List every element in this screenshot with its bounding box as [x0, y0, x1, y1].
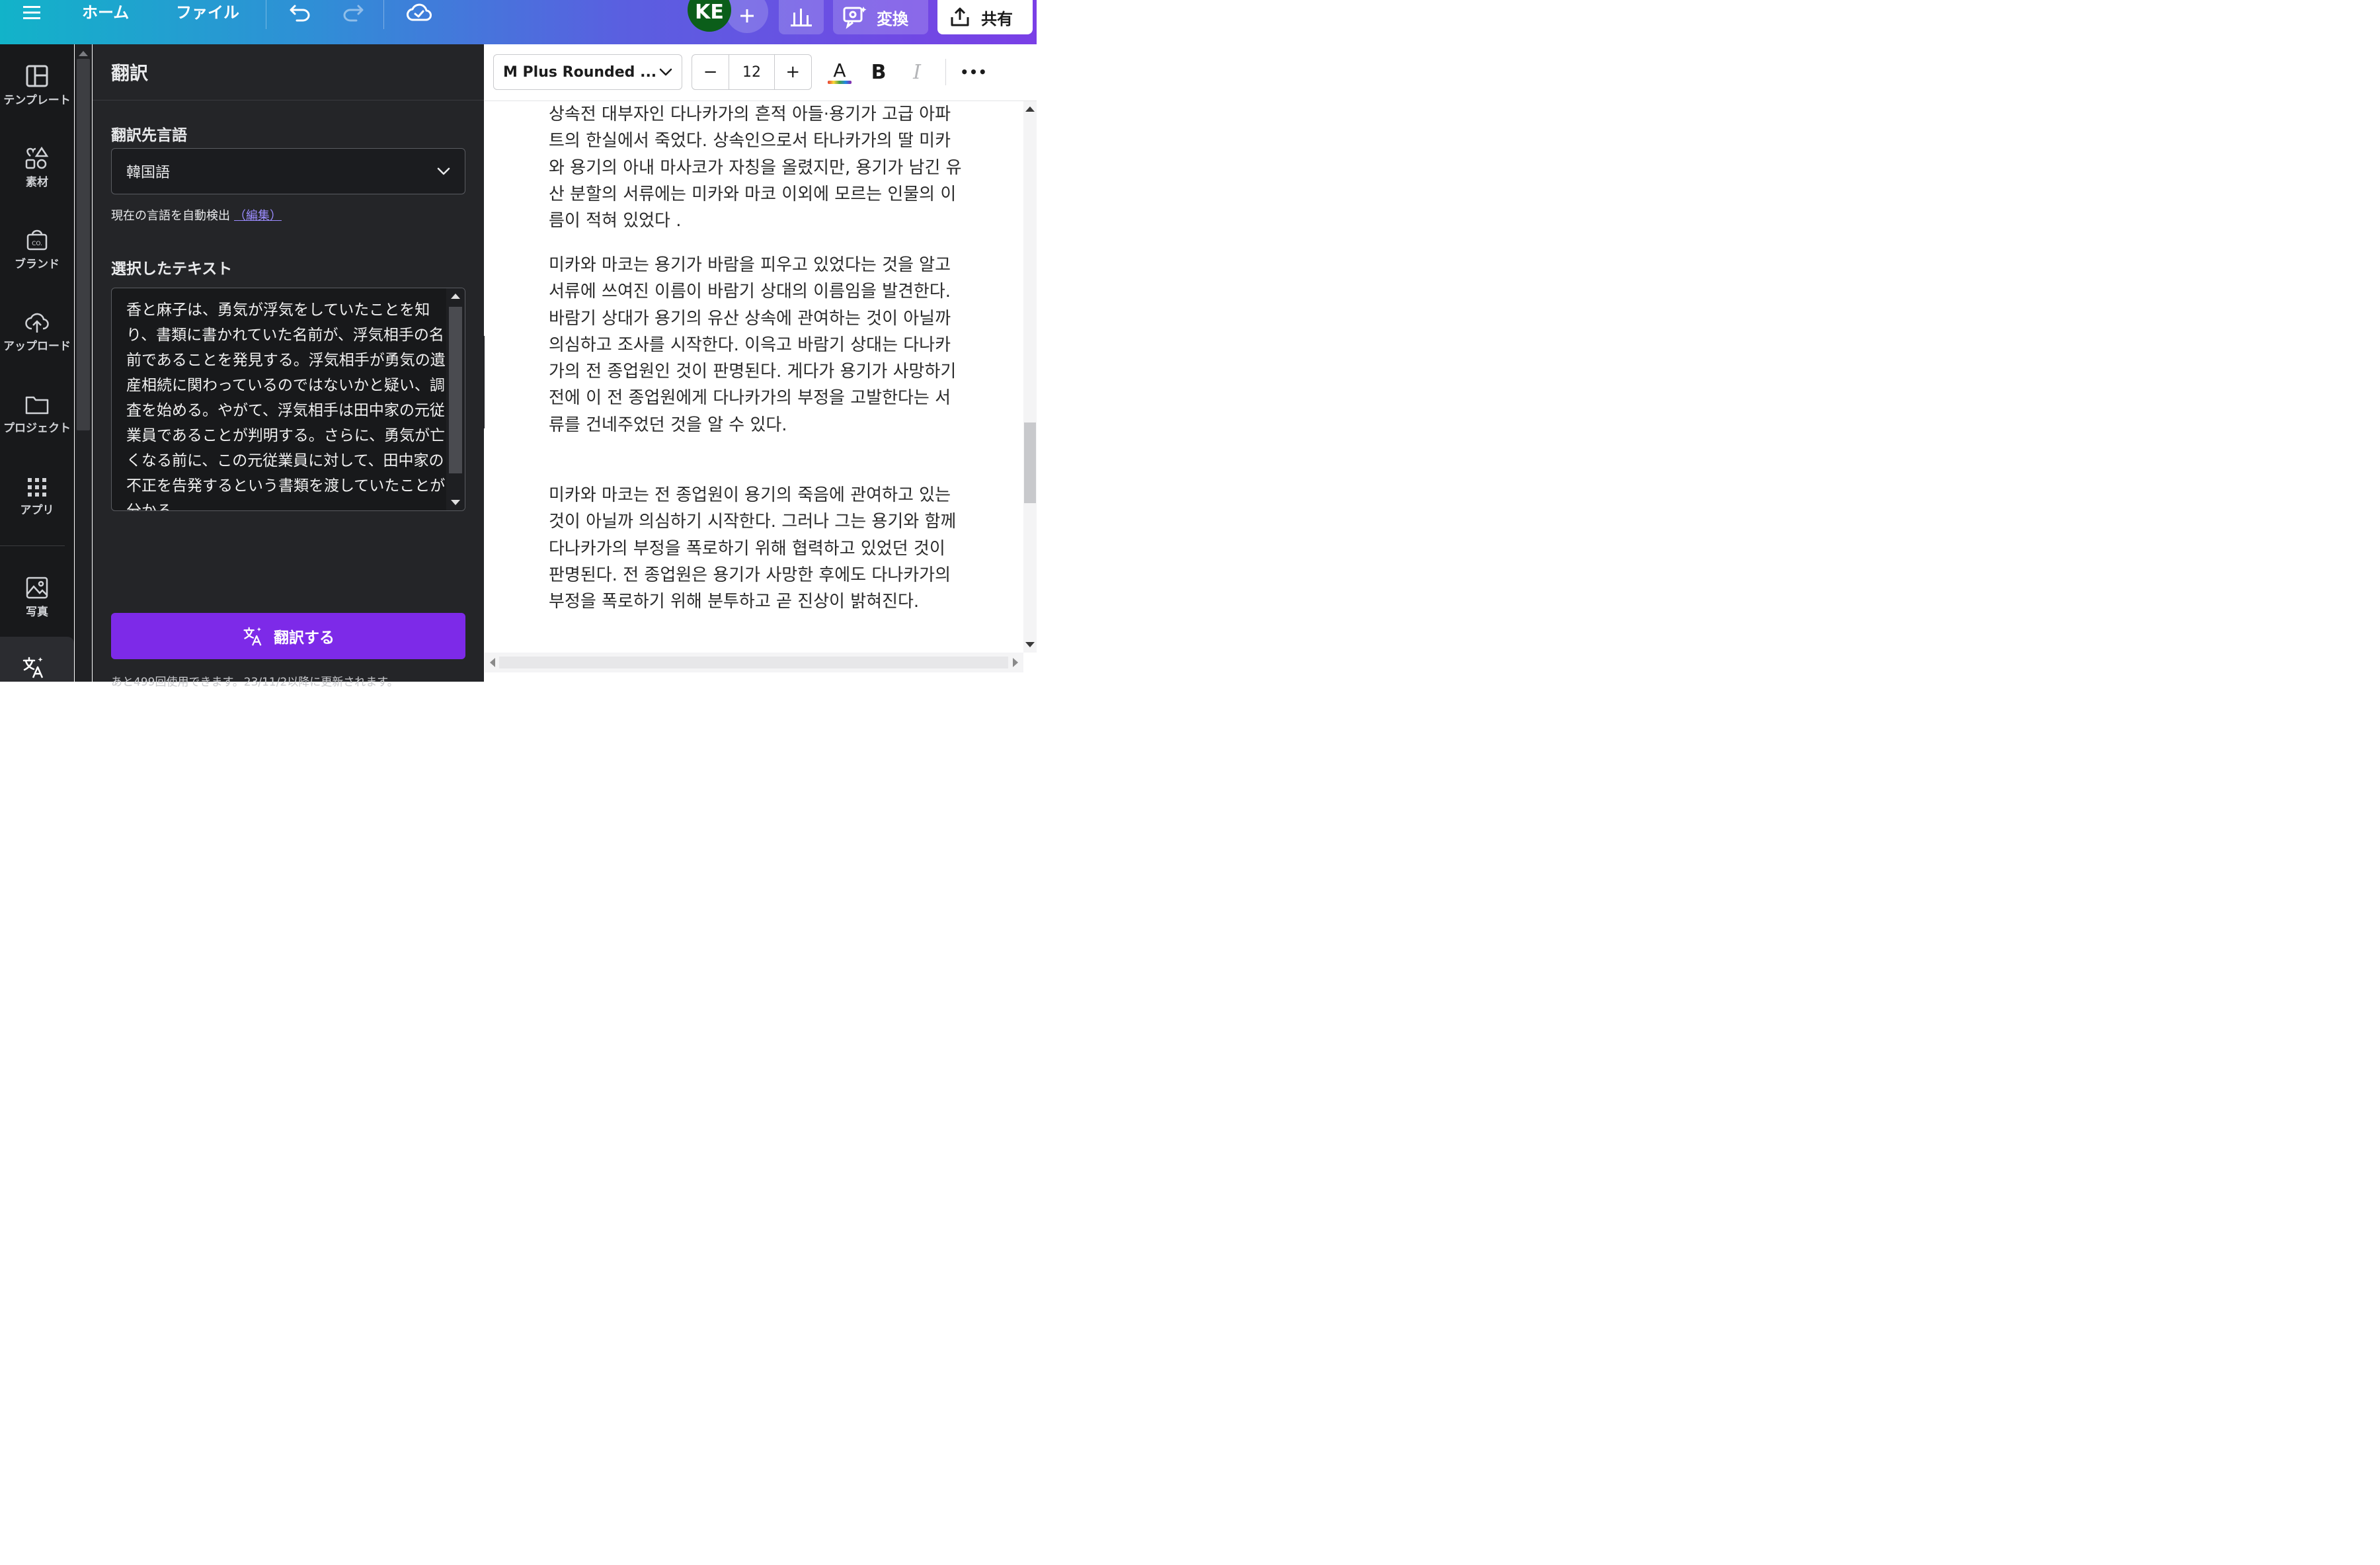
- top-bar: ホーム ファイル KE 変換 共有: [0, 0, 1037, 44]
- usage-note: あと499回使用できます。23/11/2以降に更新されます。: [111, 676, 399, 689]
- font-family-select[interactable]: M Plus Rounded ...: [493, 54, 682, 90]
- increase-font-size-button[interactable]: +: [775, 55, 811, 89]
- scroll-up-arrow-icon[interactable]: [451, 294, 460, 299]
- rail-item-label: ブランド: [15, 258, 60, 271]
- text-paragraph[interactable]: 미카와 마코는 용기가 바람을 피우고 있었다는 것을 알고 서류에 쓰여진 이…: [549, 252, 965, 438]
- scroll-left-arrow-icon[interactable]: [490, 658, 495, 667]
- cloud-saved-icon[interactable]: [405, 0, 434, 25]
- panel-title: 翻訳: [111, 62, 149, 84]
- more-options-button[interactable]: •••: [959, 54, 988, 90]
- menu-icon[interactable]: [20, 0, 44, 25]
- scrollbar-thumb[interactable]: [77, 59, 90, 430]
- folder-icon: [25, 396, 49, 415]
- file-menu[interactable]: ファイル: [176, 0, 239, 25]
- text-toolbar: M Plus Rounded ... − 12 + A B I •••: [485, 44, 1037, 101]
- text-color-icon: A: [833, 59, 846, 81]
- rail-item-projects[interactable]: プロジェクト: [0, 393, 74, 460]
- scroll-up-arrow-icon[interactable]: [1025, 106, 1035, 112]
- share-label: 共有: [981, 9, 1013, 28]
- scrollbar-thumb[interactable]: [1024, 422, 1036, 503]
- textarea-scrollbar[interactable]: [446, 288, 465, 510]
- scroll-up-arrow-icon[interactable]: [79, 51, 88, 56]
- selected-text-content: 香と麻子は、勇気が浮気をしていたことを知り、書類に書かれていた名前が、浮気相手の…: [126, 301, 446, 511]
- font-size-stepper: − 12 +: [692, 54, 812, 90]
- magic-convert-icon: [843, 7, 867, 29]
- scroll-down-arrow-icon[interactable]: [451, 500, 460, 505]
- text-paragraph[interactable]: 미카와 마코는 전 종업원이 용기의 죽음에 관여하고 있는 것이 아닐까 의심…: [549, 482, 965, 615]
- rail-item-uploads[interactable]: アップロード: [0, 310, 74, 376]
- bar-chart-icon: [791, 9, 812, 26]
- scroll-right-arrow-icon[interactable]: [1013, 658, 1018, 667]
- convert-label: 変換: [877, 9, 908, 28]
- scroll-down-arrow-icon[interactable]: [1025, 642, 1035, 647]
- rail-item-apps[interactable]: アプリ: [0, 477, 74, 543]
- edit-source-language-link[interactable]: （編集）: [234, 209, 282, 223]
- bold-button[interactable]: B: [867, 54, 891, 90]
- selected-text-area[interactable]: 香と麻子は、勇気が浮気をしていたことを知り、書類に書かれていた名前が、浮気相手の…: [111, 288, 465, 511]
- chevron-down-icon: [659, 68, 672, 76]
- rail-item-label: アプリ: [20, 504, 54, 517]
- share-button[interactable]: 共有: [937, 0, 1033, 34]
- rail-item-translate[interactable]: [0, 637, 74, 682]
- add-collaborator-button[interactable]: [726, 0, 768, 33]
- decrease-font-size-button[interactable]: −: [692, 55, 729, 89]
- translate-button[interactable]: 翻訳する: [111, 613, 465, 659]
- font-size-input[interactable]: 12: [729, 55, 775, 89]
- translate-button-label: 翻訳する: [274, 629, 335, 647]
- font-family-value: M Plus Rounded ...: [503, 63, 657, 81]
- rail-item-elements[interactable]: 素材: [0, 146, 74, 212]
- redo-icon[interactable]: [340, 0, 366, 25]
- divider: [383, 0, 384, 29]
- divider: [945, 59, 946, 85]
- editor-horizontal-scrollbar[interactable]: [485, 653, 1023, 672]
- apps-grid-icon: [28, 478, 46, 497]
- scrollbar-thumb[interactable]: [499, 657, 1008, 668]
- rail-item-label: アップロード: [3, 340, 71, 353]
- rail-item-label: テンプレート: [3, 94, 71, 107]
- selected-text-label: 選択したテキスト: [111, 261, 233, 278]
- text-color-button[interactable]: A: [825, 54, 854, 90]
- translate-icon: [22, 657, 44, 678]
- italic-button[interactable]: I: [905, 54, 929, 90]
- layout-icon: [26, 65, 48, 87]
- svg-text:CO.: CO.: [32, 241, 42, 247]
- target-language-value: 韓国語: [126, 165, 171, 181]
- convert-button[interactable]: 変換: [833, 0, 928, 34]
- rail-item-label: 写真: [26, 606, 48, 619]
- scrollbar-thumb[interactable]: [449, 307, 462, 473]
- photo-icon: [26, 577, 48, 599]
- avatar[interactable]: KE: [688, 0, 731, 32]
- rail-item-templates[interactable]: テンプレート: [0, 64, 74, 130]
- target-language-label: 翻訳先言語: [111, 127, 187, 144]
- cloud-upload-icon: [25, 313, 49, 333]
- text-paragraph[interactable]: 상속전 대부자인 다나카가의 흔적 아들·용기가 고급 아파트의 한실에서 죽었…: [549, 101, 965, 234]
- translate-icon: [243, 627, 262, 646]
- target-language-select[interactable]: 韓国語: [111, 148, 465, 194]
- shapes-icon: [25, 146, 49, 169]
- autodetect-note: 現在の言語を自動検出 （編集）: [111, 206, 282, 223]
- undo-icon[interactable]: [287, 0, 313, 25]
- rail-item-label: プロジェクト: [3, 422, 71, 435]
- rail-item-brand[interactable]: CO. ブランド: [0, 228, 74, 294]
- brand-icon: CO.: [26, 229, 48, 251]
- left-rail: テンプレート 素材 CO. ブランド アップロード プロジェクト アプリ 写真: [0, 44, 74, 682]
- rail-divider: [0, 545, 65, 546]
- editor-vertical-scrollbar[interactable]: [1023, 101, 1037, 653]
- color-swatch-bar: [828, 80, 852, 84]
- rail-item-photos[interactable]: 写真: [0, 576, 74, 642]
- rail-scrollbar[interactable]: [75, 44, 92, 682]
- rail-item-label: 素材: [26, 176, 48, 189]
- autodetect-text: 現在の言語を自動検出: [111, 209, 230, 223]
- insights-button[interactable]: [779, 0, 824, 34]
- translate-panel: 翻訳 翻訳先言語 韓国語 現在の言語を自動検出 （編集） 選択したテキスト 香と麻…: [93, 44, 484, 689]
- home-menu[interactable]: ホーム: [82, 0, 129, 25]
- chevron-down-icon: [437, 167, 450, 175]
- share-upload-icon: [951, 7, 969, 26]
- editor-canvas[interactable]: 상속전 대부자인 다나카가의 흔적 아들·용기가 고급 아파트의 한실에서 죽었…: [485, 101, 1023, 653]
